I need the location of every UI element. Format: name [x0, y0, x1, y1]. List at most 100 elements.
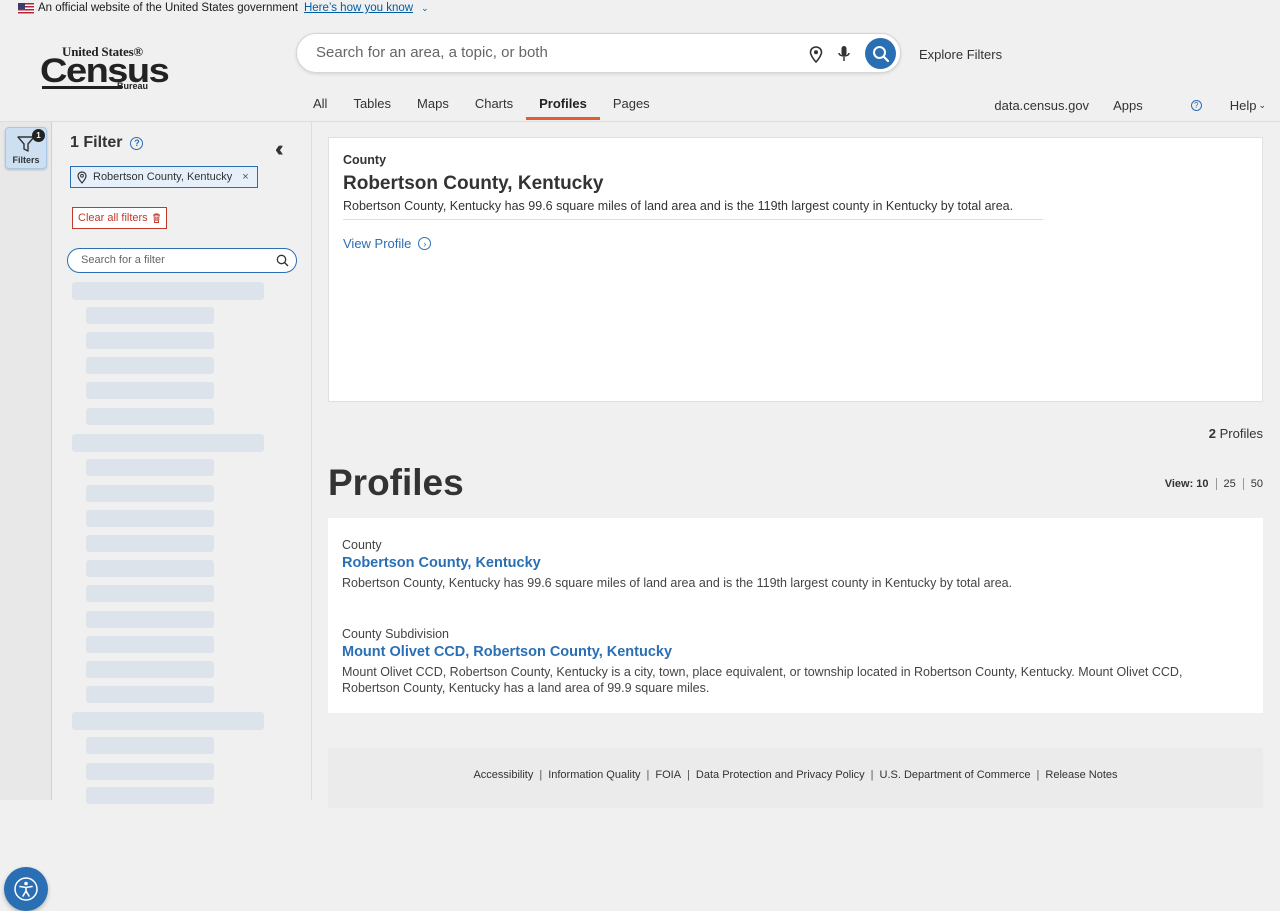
divider	[1215, 478, 1217, 490]
skeleton-row	[86, 585, 214, 602]
question-icon: ?	[1190, 100, 1202, 111]
featured-kind: County	[343, 153, 387, 167]
footer-link-accessibility[interactable]: Accessibility	[470, 769, 536, 781]
skeleton-row	[86, 535, 214, 552]
skeleton-row	[86, 661, 214, 678]
profiles-heading: Profiles	[328, 462, 464, 503]
results-count-number: 2	[1208, 426, 1217, 441]
location-pin-icon[interactable]	[809, 46, 823, 63]
site-header: United States® Census Bureau Explore Fil…	[0, 16, 1280, 122]
heres-how-you-know-link[interactable]: Here’s how you know	[304, 2, 413, 14]
results-count: 2 Profiles	[1209, 426, 1263, 441]
question-icon[interactable]: ?	[130, 136, 144, 150]
footer-link-foia[interactable]: FOIA	[652, 769, 684, 781]
view-option-25[interactable]: 25	[1224, 478, 1236, 490]
tab-maps[interactable]: Maps	[404, 96, 462, 120]
skeleton-row	[72, 282, 264, 300]
clear-all-label: Clear all filters	[78, 212, 148, 224]
skeleton-row	[86, 408, 214, 425]
search-button[interactable]	[865, 38, 896, 69]
chevron-down-icon: ⌄	[1258, 100, 1266, 110]
close-icon[interactable]: ×	[242, 171, 248, 183]
chevron-down-icon[interactable]: ⌄	[421, 3, 429, 14]
gov-banner-text: An official website of the United States…	[38, 2, 298, 14]
main-content: County Robertson County, Kentucky Robert…	[313, 122, 1280, 808]
tab-profiles[interactable]: Profiles	[526, 96, 600, 120]
skeleton-row	[86, 382, 214, 399]
collapse-panel-icon[interactable]: ‹‹	[275, 136, 283, 162]
skeleton-row	[86, 560, 214, 577]
chip-label: Robertson County, Kentucky	[93, 171, 233, 183]
accessibility-button[interactable]	[4, 867, 48, 911]
left-rail: 1 Filters	[0, 122, 52, 911]
tab-pages[interactable]: Pages	[600, 96, 663, 120]
footer-link-commerce[interactable]: U.S. Department of Commerce	[877, 769, 1034, 781]
footer-link-release-notes[interactable]: Release Notes	[1042, 769, 1120, 781]
list-item: County Robertson County, Kentucky Robert…	[342, 538, 1242, 591]
location-pin-icon	[77, 170, 87, 184]
featured-title: Robertson County, Kentucky	[343, 173, 604, 194]
skeleton-row	[86, 763, 214, 780]
filter-search-box	[67, 248, 297, 273]
results-count-label: Profiles	[1219, 426, 1263, 441]
filter-count-title: 1 Filter	[70, 134, 123, 151]
tab-all[interactable]: All	[300, 96, 340, 120]
footer-link-information-quality[interactable]: Information Quality	[545, 769, 643, 781]
search-icon	[872, 45, 889, 62]
skeleton-row	[86, 510, 214, 527]
search-icon[interactable]	[276, 254, 289, 267]
view-option-10[interactable]: 10	[1196, 478, 1208, 490]
page-size-selector: View: 10 25 50	[1165, 478, 1263, 490]
result-description: Robertson County, Kentucky has 99.6 squa…	[342, 576, 1013, 590]
result-title-link[interactable]: Mount Olivet CCD, Robertson County, Kent…	[342, 644, 1242, 660]
skeleton-row	[86, 357, 214, 374]
active-filter-chip[interactable]: Robertson County, Kentucky ×	[70, 166, 258, 188]
footer-link-privacy[interactable]: Data Protection and Privacy Policy	[693, 769, 868, 781]
featured-description: Robertson County, Kentucky has 99.6 squa…	[343, 199, 1043, 220]
search-input[interactable]	[316, 44, 796, 61]
data-census-gov-link[interactable]: data.census.gov	[994, 98, 1089, 113]
divider: |	[539, 769, 543, 781]
filters-toggle-button[interactable]: 1 Filters	[5, 127, 47, 169]
help-menu[interactable]: ? Help ⌄	[1167, 98, 1266, 113]
skeleton-row	[86, 485, 214, 502]
site-footer: Accessibility | Information Quality | FOIA | D…	[328, 748, 1263, 808]
view-option-50[interactable]: 50	[1251, 478, 1263, 490]
filters-label: Filters	[12, 155, 40, 165]
result-description: Mount Olivet CCD, Robertson County, Kent…	[342, 665, 1183, 695]
trash-icon	[152, 213, 160, 223]
view-profile-label: View Profile	[343, 236, 412, 251]
help-label: Help	[1229, 98, 1257, 113]
result-kind: County	[342, 538, 382, 552]
census-logo[interactable]: United States® Census Bureau	[40, 44, 170, 92]
divider	[1242, 478, 1244, 490]
global-search-bar	[296, 33, 901, 73]
apps-link[interactable]: Apps	[1113, 98, 1143, 113]
result-type-tabs: All Tables Maps Charts Profiles Pages	[300, 96, 663, 120]
clear-all-filters-button[interactable]: Clear all filters	[72, 207, 167, 229]
skeleton-row	[86, 459, 214, 476]
logo-bureau: Bureau	[117, 81, 149, 91]
us-flag-icon	[18, 2, 34, 14]
view-profile-link[interactable]: View Profile ›	[343, 236, 432, 251]
explore-filters-link[interactable]: Explore Filters	[919, 47, 1002, 62]
header-right-links: data.census.gov Apps ? Help ⌄	[970, 98, 1266, 113]
skeleton-row	[72, 434, 264, 452]
divider: |	[687, 769, 690, 781]
tab-charts[interactable]: Charts	[462, 96, 526, 120]
gov-banner: An official website of the United States…	[0, 0, 1280, 16]
list-item: County Subdivision Mount Olivet CCD, Rob…	[342, 627, 1242, 696]
featured-profile-card: County Robertson County, Kentucky Robert…	[328, 137, 1263, 402]
filter-search-input[interactable]	[81, 254, 271, 266]
tab-tables[interactable]: Tables	[340, 96, 404, 120]
view-label: View:	[1164, 478, 1194, 490]
filter-count-badge: 1	[32, 129, 45, 142]
microphone-icon[interactable]	[838, 45, 850, 63]
result-kind: County Subdivision	[342, 627, 450, 641]
skeleton-row	[86, 611, 214, 628]
skeleton-row	[86, 307, 214, 324]
chevron-right-icon: ›	[418, 237, 432, 250]
result-title-link[interactable]: Robertson County, Kentucky	[342, 555, 1242, 571]
profile-results-list: County Robertson County, Kentucky Robert…	[328, 518, 1263, 713]
skeleton-row	[86, 787, 214, 804]
